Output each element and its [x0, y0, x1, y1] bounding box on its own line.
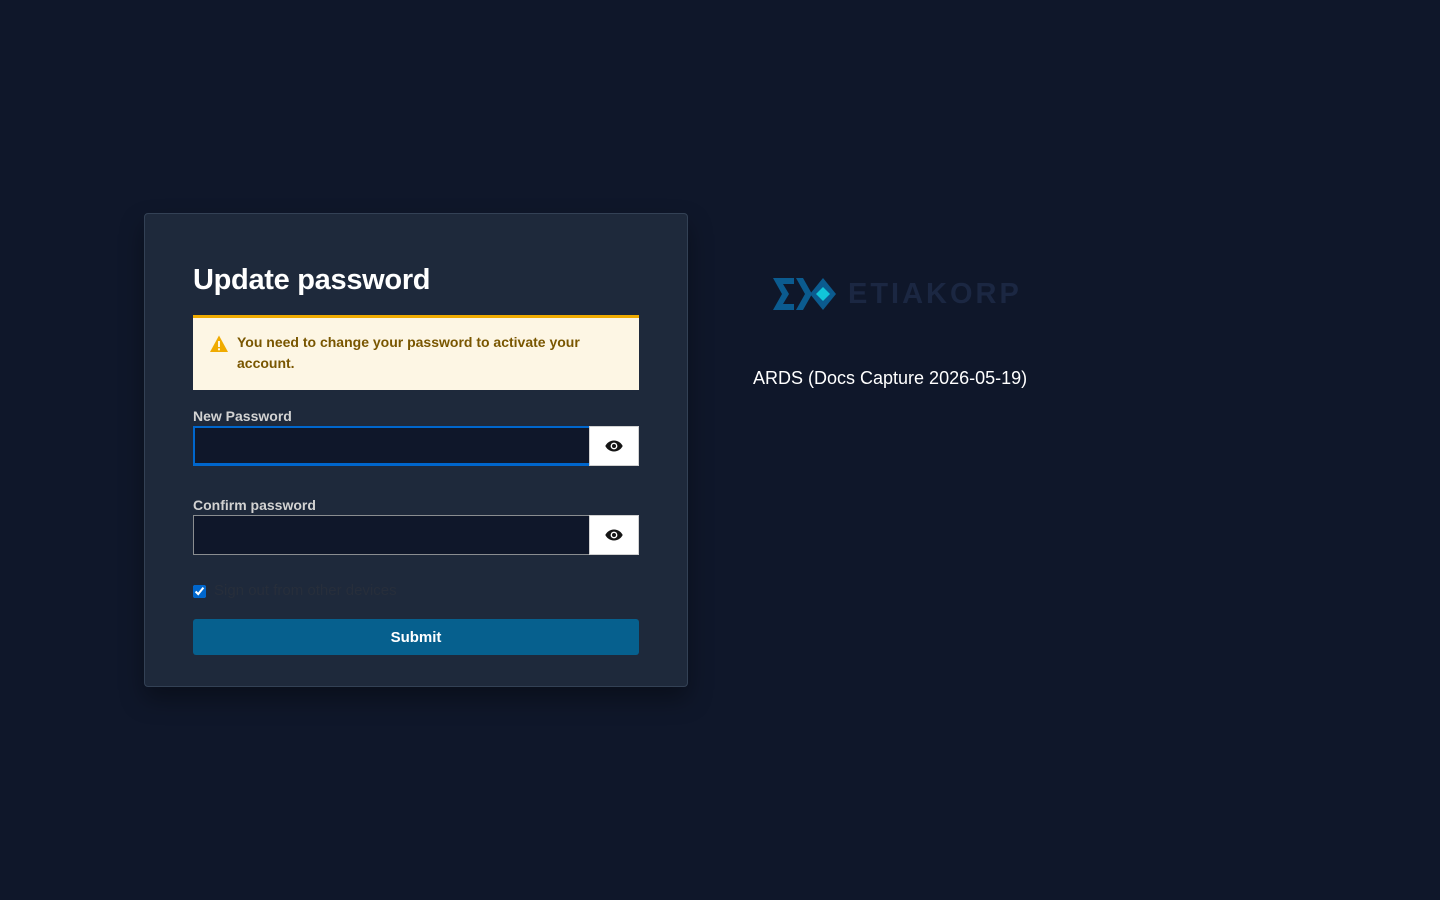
- sign-out-other-devices-label[interactable]: Sign out from other devices: [214, 583, 397, 599]
- new-password-input[interactable]: [193, 426, 589, 466]
- new-password-label: New Password: [193, 408, 292, 424]
- show-confirm-password-button[interactable]: [589, 515, 639, 555]
- warning-triangle-icon: [209, 334, 229, 354]
- confirm-password-field: Confirm password: [193, 497, 639, 555]
- sign-out-other-devices-row: Sign out from other devices: [193, 583, 639, 599]
- etiakorp-logo-icon: [773, 278, 836, 310]
- eye-icon: [605, 529, 623, 541]
- warning-alert: You need to change your password to acti…: [193, 315, 639, 390]
- show-new-password-button[interactable]: [589, 426, 639, 466]
- page-title: Update password: [193, 264, 431, 296]
- brand-logo: ETIAKORP: [772, 274, 1022, 314]
- app-name: ARDS (Docs Capture 2026-05-19): [753, 368, 1028, 388]
- eye-icon: [605, 440, 623, 452]
- confirm-password-input-group: [193, 515, 639, 555]
- new-password-field: New Password: [193, 408, 639, 466]
- alert-message: You need to change your password to acti…: [237, 334, 580, 371]
- new-password-input-group: [193, 426, 639, 466]
- login-page: Update password You need to change your …: [0, 0, 1440, 900]
- update-password-card: Update password You need to change your …: [144, 213, 688, 687]
- brand-wordmark: ETIAKORP: [848, 278, 1022, 310]
- confirm-password-input[interactable]: [193, 515, 589, 555]
- confirm-password-label: Confirm password: [193, 497, 316, 513]
- submit-button[interactable]: Submit: [193, 619, 639, 655]
- sign-out-other-devices-checkbox[interactable]: [193, 584, 206, 598]
